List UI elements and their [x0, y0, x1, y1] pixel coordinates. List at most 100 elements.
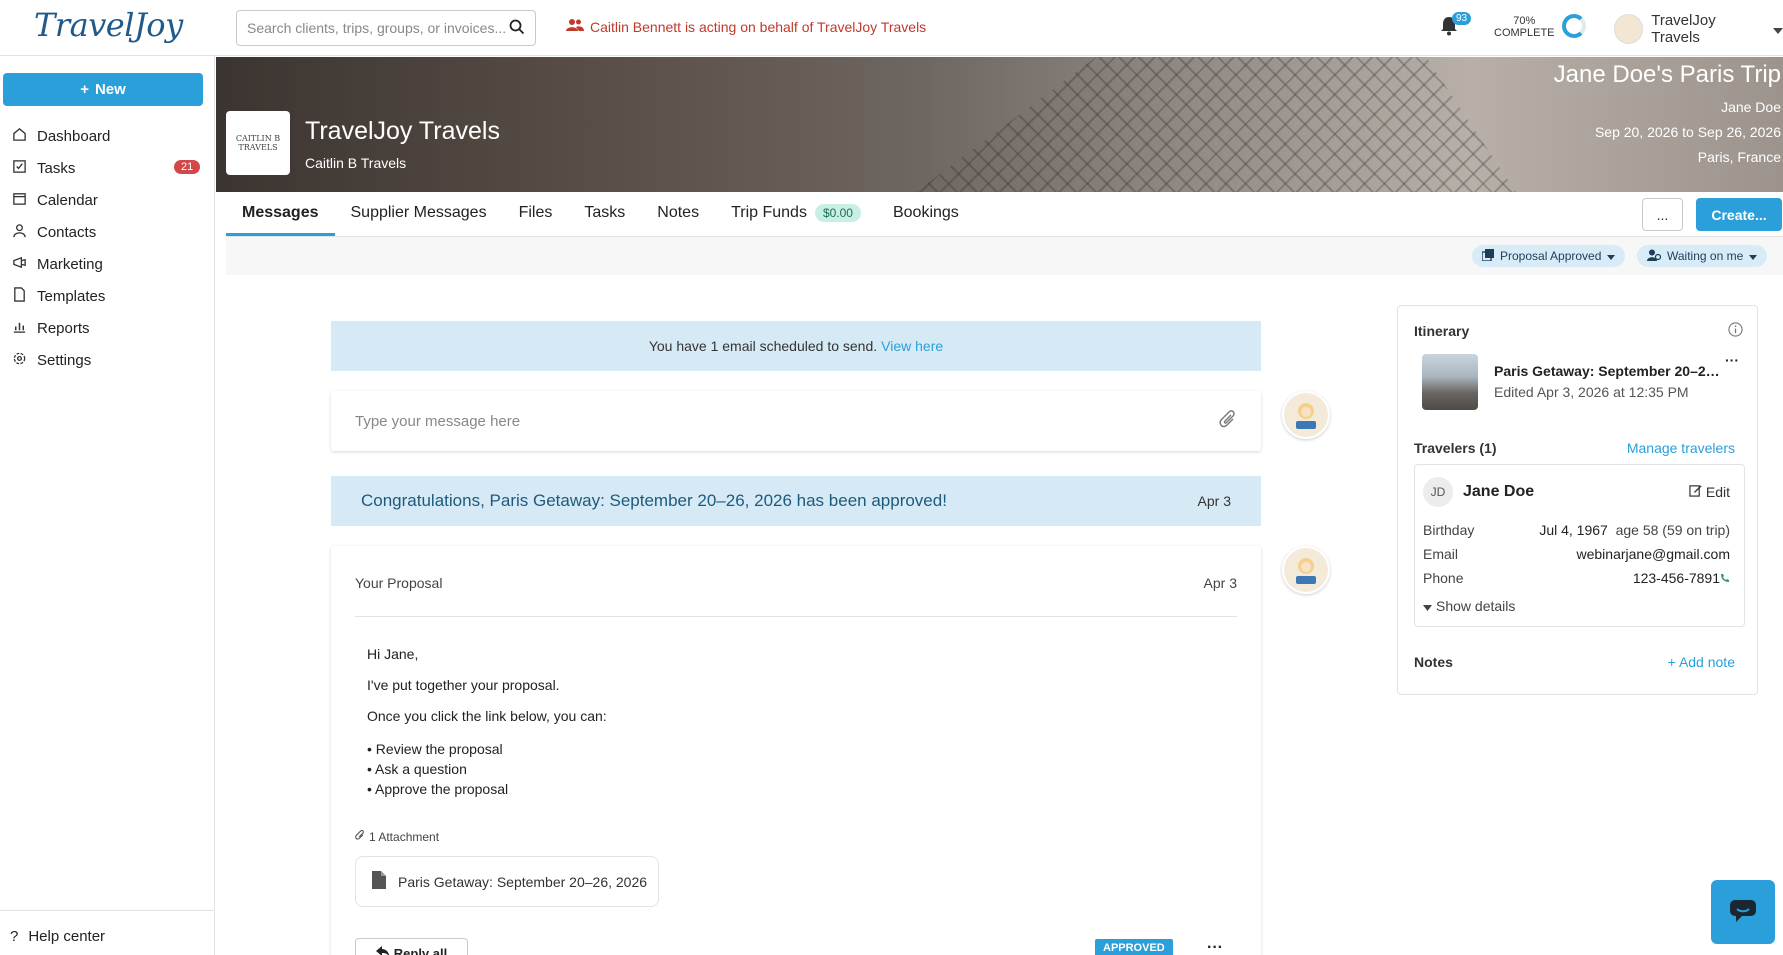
sidebar-item-contacts[interactable]: Contacts	[0, 216, 215, 248]
copy-icon	[1481, 248, 1494, 264]
sidebar-item-calendar[interactable]: Calendar	[0, 184, 215, 216]
add-note-button[interactable]: + Add note	[1668, 654, 1735, 670]
caret-down-icon	[1423, 598, 1432, 614]
attachment-card[interactable]: Paris Getaway: September 20–26, 2026	[355, 856, 659, 907]
message-more-button[interactable]: ···	[1207, 939, 1223, 955]
chart-icon	[12, 319, 27, 338]
phone-value[interactable]: 123-456-7891	[1633, 570, 1720, 586]
proposal-status-label: Proposal Approved	[1500, 249, 1602, 263]
edit-label: Edit	[1705, 484, 1730, 500]
proposal-date: Apr 3	[1203, 575, 1237, 591]
waiting-status-label: Waiting on me	[1667, 249, 1744, 263]
sidebar-item-reports[interactable]: Reports	[0, 312, 215, 344]
global-search[interactable]	[236, 10, 536, 46]
itinerary-more-button[interactable]: ···	[1725, 352, 1739, 368]
help-center-label: Help center	[28, 928, 106, 945]
proposal-message-card: Your Proposal Apr 3 Hi Jane, I've put to…	[331, 546, 1261, 955]
tab-notes[interactable]: Notes	[641, 192, 715, 236]
trip-title: Jane Doe's Paris Trip	[1553, 61, 1781, 88]
sidebar-item-tasks[interactable]: Tasks 21	[0, 152, 215, 184]
proposal-status-dropdown[interactable]: Proposal Approved	[1472, 245, 1626, 267]
phone-label: Phone	[1423, 570, 1464, 586]
paperclip-icon[interactable]	[1219, 409, 1237, 433]
avatar	[1282, 546, 1330, 594]
proposal-greeting: Hi Jane,	[367, 646, 419, 662]
notification-count-badge: 93	[1452, 12, 1472, 25]
itinerary-name[interactable]: Paris Getaway: September 20–26, 2026	[1494, 363, 1720, 379]
tab-tasks[interactable]: Tasks	[568, 192, 641, 236]
notes-heading: Notes	[1414, 654, 1453, 670]
tab-messages[interactable]: Messages	[226, 192, 335, 236]
sidebar-item-dashboard[interactable]: Dashboard	[0, 120, 215, 152]
megaphone-icon	[12, 255, 27, 274]
view-scheduled-link[interactable]: View here	[881, 338, 943, 354]
proposal-bullet: • Review the proposal	[367, 741, 503, 757]
message-composer[interactable]	[331, 391, 1261, 451]
phone-icon[interactable]	[1720, 570, 1730, 586]
gear-icon	[12, 351, 27, 370]
account-menu[interactable]: TravelJoy Travels	[1614, 12, 1783, 46]
tab-files[interactable]: Files	[503, 192, 569, 236]
itinerary-thumbnail[interactable]	[1422, 354, 1478, 410]
plus-icon: +	[1667, 654, 1679, 670]
sidebar-item-settings[interactable]: Settings	[0, 344, 215, 376]
sidebar-item-marketing[interactable]: Marketing	[0, 248, 215, 280]
sidebar-divider	[0, 910, 215, 911]
new-button[interactable]: + New	[3, 73, 203, 106]
file-icon	[372, 871, 386, 892]
help-center-link[interactable]: ? Help center	[10, 928, 105, 945]
app-logo[interactable]: TravelJoy	[34, 6, 183, 44]
email-value[interactable]: webinarjane@gmail.com	[1576, 546, 1730, 562]
chevron-down-icon	[1749, 249, 1758, 263]
calendar-icon	[12, 191, 27, 210]
sidebar-item-label: Templates	[37, 287, 106, 305]
trip-banner: CAITLIN B TRAVELS TravelJoy Travels Cait…	[216, 57, 1783, 192]
person-icon	[12, 223, 27, 242]
age-value: age 58 (59 on trip)	[1615, 522, 1730, 538]
new-button-label: New	[94, 81, 126, 98]
banner-background-image	[916, 57, 1516, 192]
question-icon: ?	[10, 928, 19, 945]
chat-widget-button[interactable]	[1711, 880, 1775, 944]
edit-icon	[1689, 484, 1702, 500]
scheduled-notice-text: You have 1 email scheduled to send.	[648, 338, 878, 354]
sidebar-item-label: Reports	[37, 319, 90, 337]
tab-supplier-messages[interactable]: Supplier Messages	[335, 192, 503, 236]
tab-label: Trip Funds	[731, 203, 807, 221]
plus-icon: +	[80, 81, 89, 98]
message-input[interactable]	[355, 412, 1219, 430]
tasks-count-badge: 21	[174, 160, 201, 174]
show-details-toggle[interactable]: Show details	[1423, 598, 1515, 614]
travelers-heading: Travelers (1)	[1414, 440, 1497, 456]
setup-progress[interactable]: 70% COMPLETE	[1494, 15, 1555, 39]
info-icon[interactable]	[1728, 322, 1743, 340]
trip-location: Paris, France	[1697, 149, 1781, 165]
manage-travelers-link[interactable]: Manage travelers	[1627, 440, 1735, 456]
tab-bookings[interactable]: Bookings	[877, 192, 975, 236]
account-name: TravelJoy Travels	[1651, 12, 1716, 46]
approved-date: Apr 3	[1197, 493, 1231, 509]
reply-all-button[interactable]: Reply all	[355, 938, 468, 955]
proposal-line: Once you click the link below, you can:	[367, 708, 607, 724]
avatar	[1614, 14, 1644, 44]
trip-dates: Sep 20, 2026 to Sep 26, 2026	[1594, 124, 1781, 140]
trip-status-bar: Proposal Approved Waiting on me	[226, 237, 1783, 275]
waiting-status-dropdown[interactable]: Waiting on me	[1637, 245, 1768, 267]
more-actions-button[interactable]: ...	[1642, 198, 1683, 231]
proposal-divider	[355, 616, 1237, 617]
create-button[interactable]: Create...	[1696, 198, 1782, 231]
tab-trip-funds[interactable]: Trip Funds $0.00	[715, 192, 877, 236]
sidebar-item-label: Dashboard	[37, 127, 111, 145]
traveler-card: JD Jane Doe Edit Birthday Jul 4, 1967 ag…	[1414, 464, 1745, 627]
search-input[interactable]	[247, 20, 509, 36]
search-icon[interactable]	[509, 19, 525, 38]
reply-all-label: Reply all	[393, 945, 448, 955]
traveler-name: Jane Doe	[1463, 483, 1535, 500]
progress-ring[interactable]	[1562, 14, 1586, 38]
progress-percent: 70%	[1513, 15, 1536, 27]
edit-traveler-button[interactable]: Edit	[1689, 484, 1730, 500]
sidebar-item-label: Tasks	[37, 159, 76, 177]
paperclip-icon	[355, 829, 365, 844]
show-details-label: Show details	[1436, 598, 1516, 614]
sidebar-item-templates[interactable]: Templates	[0, 280, 215, 312]
